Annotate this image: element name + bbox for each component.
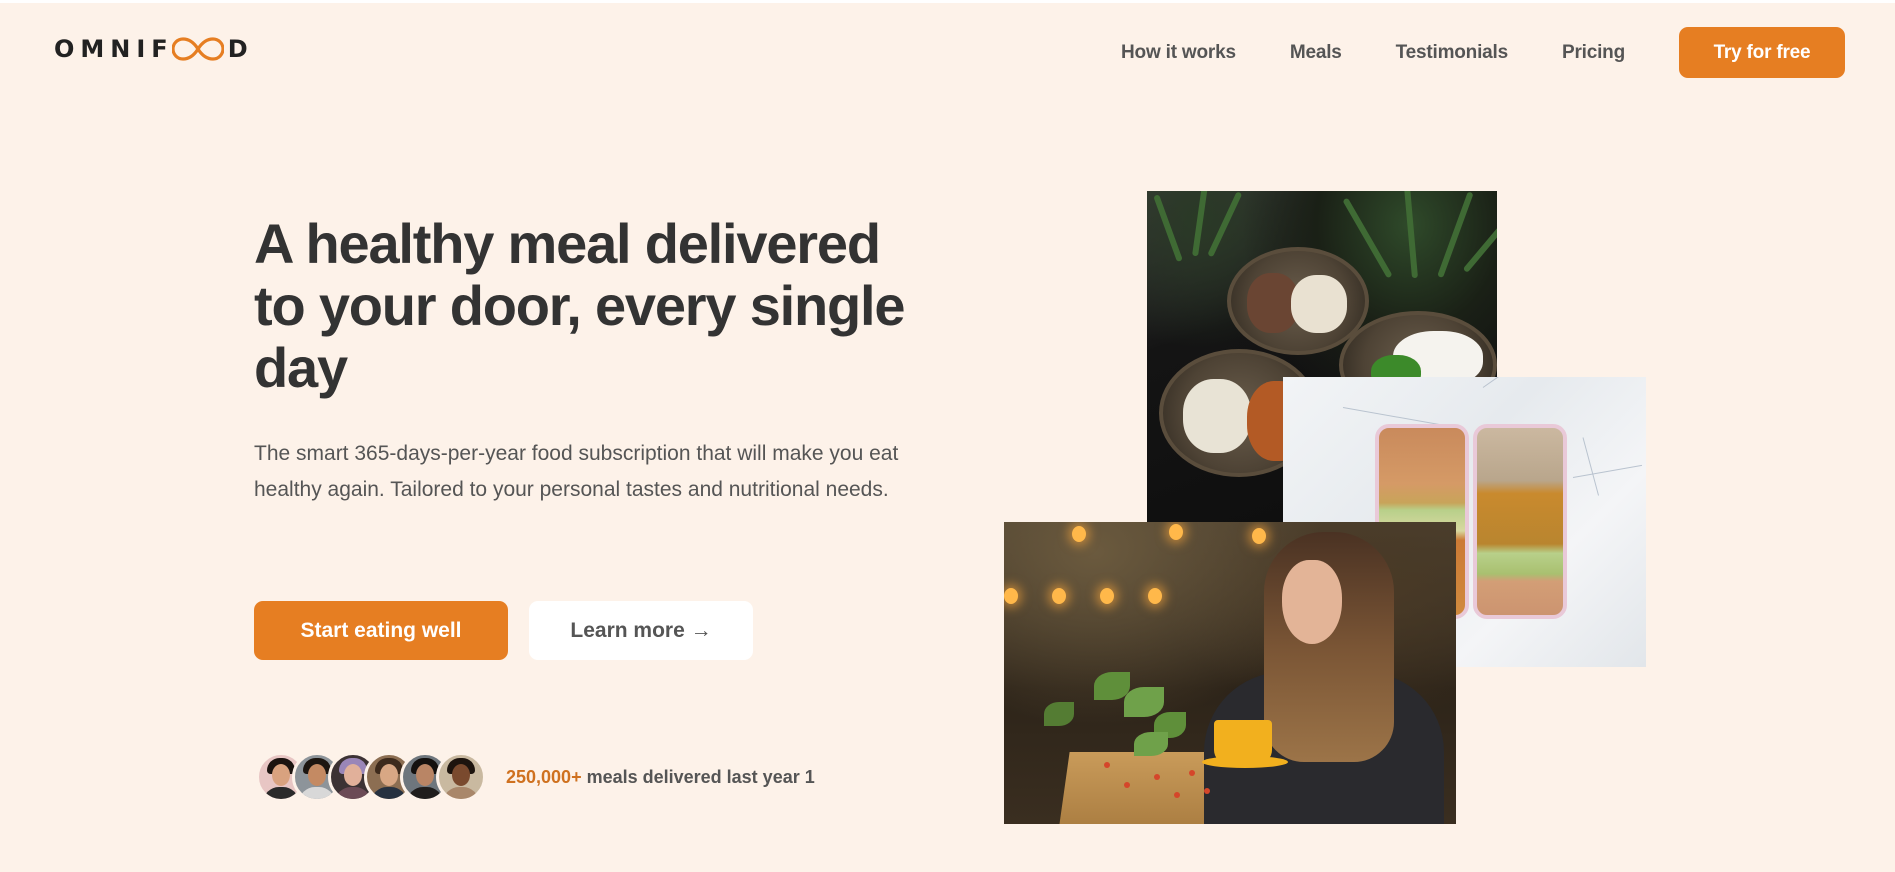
nav-link-how-it-works[interactable]: How it works <box>1121 42 1236 64</box>
logo-text-end: D <box>227 35 254 63</box>
learn-more-button[interactable]: Learn more → <box>529 601 753 660</box>
avatar <box>436 752 486 802</box>
delivered-meals: 250,000+ meals delivered last year 1 <box>256 751 815 803</box>
header: OMNIF D How it works Meals Testimonials … <box>0 3 1895 91</box>
logo[interactable]: OMNIF D <box>54 35 254 63</box>
customer-avatars <box>256 752 486 802</box>
meals-count: 250,000+ <box>506 766 582 787</box>
main-nav: How it works Meals Testimonials Pricing … <box>1121 27 1845 78</box>
infinity-icon <box>171 37 224 61</box>
woman-eating-image <box>1004 522 1456 824</box>
nav-link-pricing[interactable]: Pricing <box>1562 42 1625 64</box>
delivered-meals-text: 250,000+ meals delivered last year 1 <box>506 767 815 788</box>
start-eating-well-button[interactable]: Start eating well <box>254 601 508 660</box>
page: OMNIF D How it works Meals Testimonials … <box>0 3 1895 872</box>
nav-link-testimonials[interactable]: Testimonials <box>1396 42 1509 64</box>
logo-text-start: OMNIF <box>54 35 174 63</box>
nav-link-meals[interactable]: Meals <box>1290 42 1342 64</box>
hero-title: A healthy meal delivered to your door, e… <box>254 212 906 399</box>
hero-description: The smart 365-days-per-year food subscri… <box>254 442 899 501</box>
meals-label: meals delivered last year 1 <box>581 766 815 787</box>
try-for-free-button[interactable]: Try for free <box>1679 27 1845 78</box>
